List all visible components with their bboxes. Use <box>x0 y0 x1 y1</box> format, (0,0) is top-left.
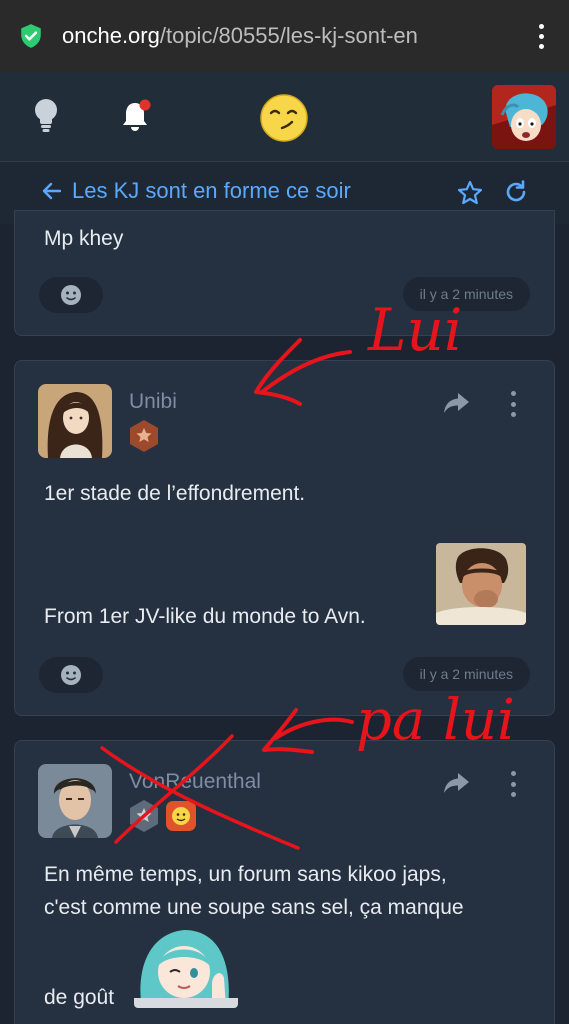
browser-url-bar: onche.org/topic/80555/les-kj-sont-en <box>0 0 569 72</box>
favorite-star-icon[interactable] <box>456 179 484 207</box>
reaction-sticker <box>436 543 526 625</box>
user-avatar[interactable] <box>492 85 556 149</box>
secure-shield-icon <box>21 24 41 48</box>
post-text: de goût <box>44 986 115 1009</box>
post-text: 1er stade de l’effondrement. <box>44 482 306 505</box>
post-timestamp: il y a 2 minutes <box>402 657 530 691</box>
topic-title: Les KJ sont en forme ce soir <box>72 178 351 203</box>
author-avatar[interactable] <box>38 384 112 458</box>
post-text: From 1er JV-like du monde to Avn. <box>44 605 366 628</box>
more-options-icon[interactable] <box>507 391 519 417</box>
post-text: En même temps, un forum sans kikoo japs, <box>44 863 447 886</box>
author-avatar[interactable] <box>38 764 112 838</box>
rank-badge-icon <box>130 800 158 832</box>
author-name[interactable]: Unibi <box>129 390 177 414</box>
url-path: /topic/80555/les-kj-sont-en <box>159 23 418 48</box>
post-text: c'est comme une soupe sans sel, ça manqu… <box>44 896 464 919</box>
special-badge-icon <box>166 801 196 831</box>
back-arrow-icon[interactable] <box>40 180 62 202</box>
smiley-logo[interactable] <box>259 93 309 143</box>
reaction-button[interactable] <box>39 657 103 693</box>
url-domain: onche.org <box>62 23 160 48</box>
annotation-lui: Lui <box>368 296 463 364</box>
url-text[interactable]: onche.org/topic/80555/les-kj-sont-en <box>62 23 523 49</box>
lightbulb-icon[interactable] <box>32 98 60 134</box>
reaction-button[interactable] <box>39 277 103 313</box>
share-icon[interactable] <box>442 771 470 795</box>
bell-icon[interactable] <box>120 98 154 134</box>
post-card: Mp khey il y a 2 minutes <box>14 210 555 336</box>
reaction-face-icon <box>61 665 81 685</box>
refresh-icon[interactable] <box>503 179 529 205</box>
post-card: VonReuenthal En même temps, un forum san… <box>14 740 555 1024</box>
post-card: Unibi 1er stade de l’effondrement. From … <box>14 360 555 716</box>
annotation-pa-lui: pa lui <box>356 688 515 753</box>
author-name[interactable]: VonReuenthal <box>129 770 261 794</box>
reaction-sticker <box>134 924 238 1008</box>
app-header <box>0 72 569 162</box>
post-text: Mp khey <box>44 227 124 250</box>
reaction-face-icon <box>61 285 81 305</box>
more-options-icon[interactable] <box>507 771 519 797</box>
browser-menu-icon[interactable] <box>531 23 551 49</box>
rank-badge-icon <box>130 420 158 452</box>
share-icon[interactable] <box>442 391 470 415</box>
